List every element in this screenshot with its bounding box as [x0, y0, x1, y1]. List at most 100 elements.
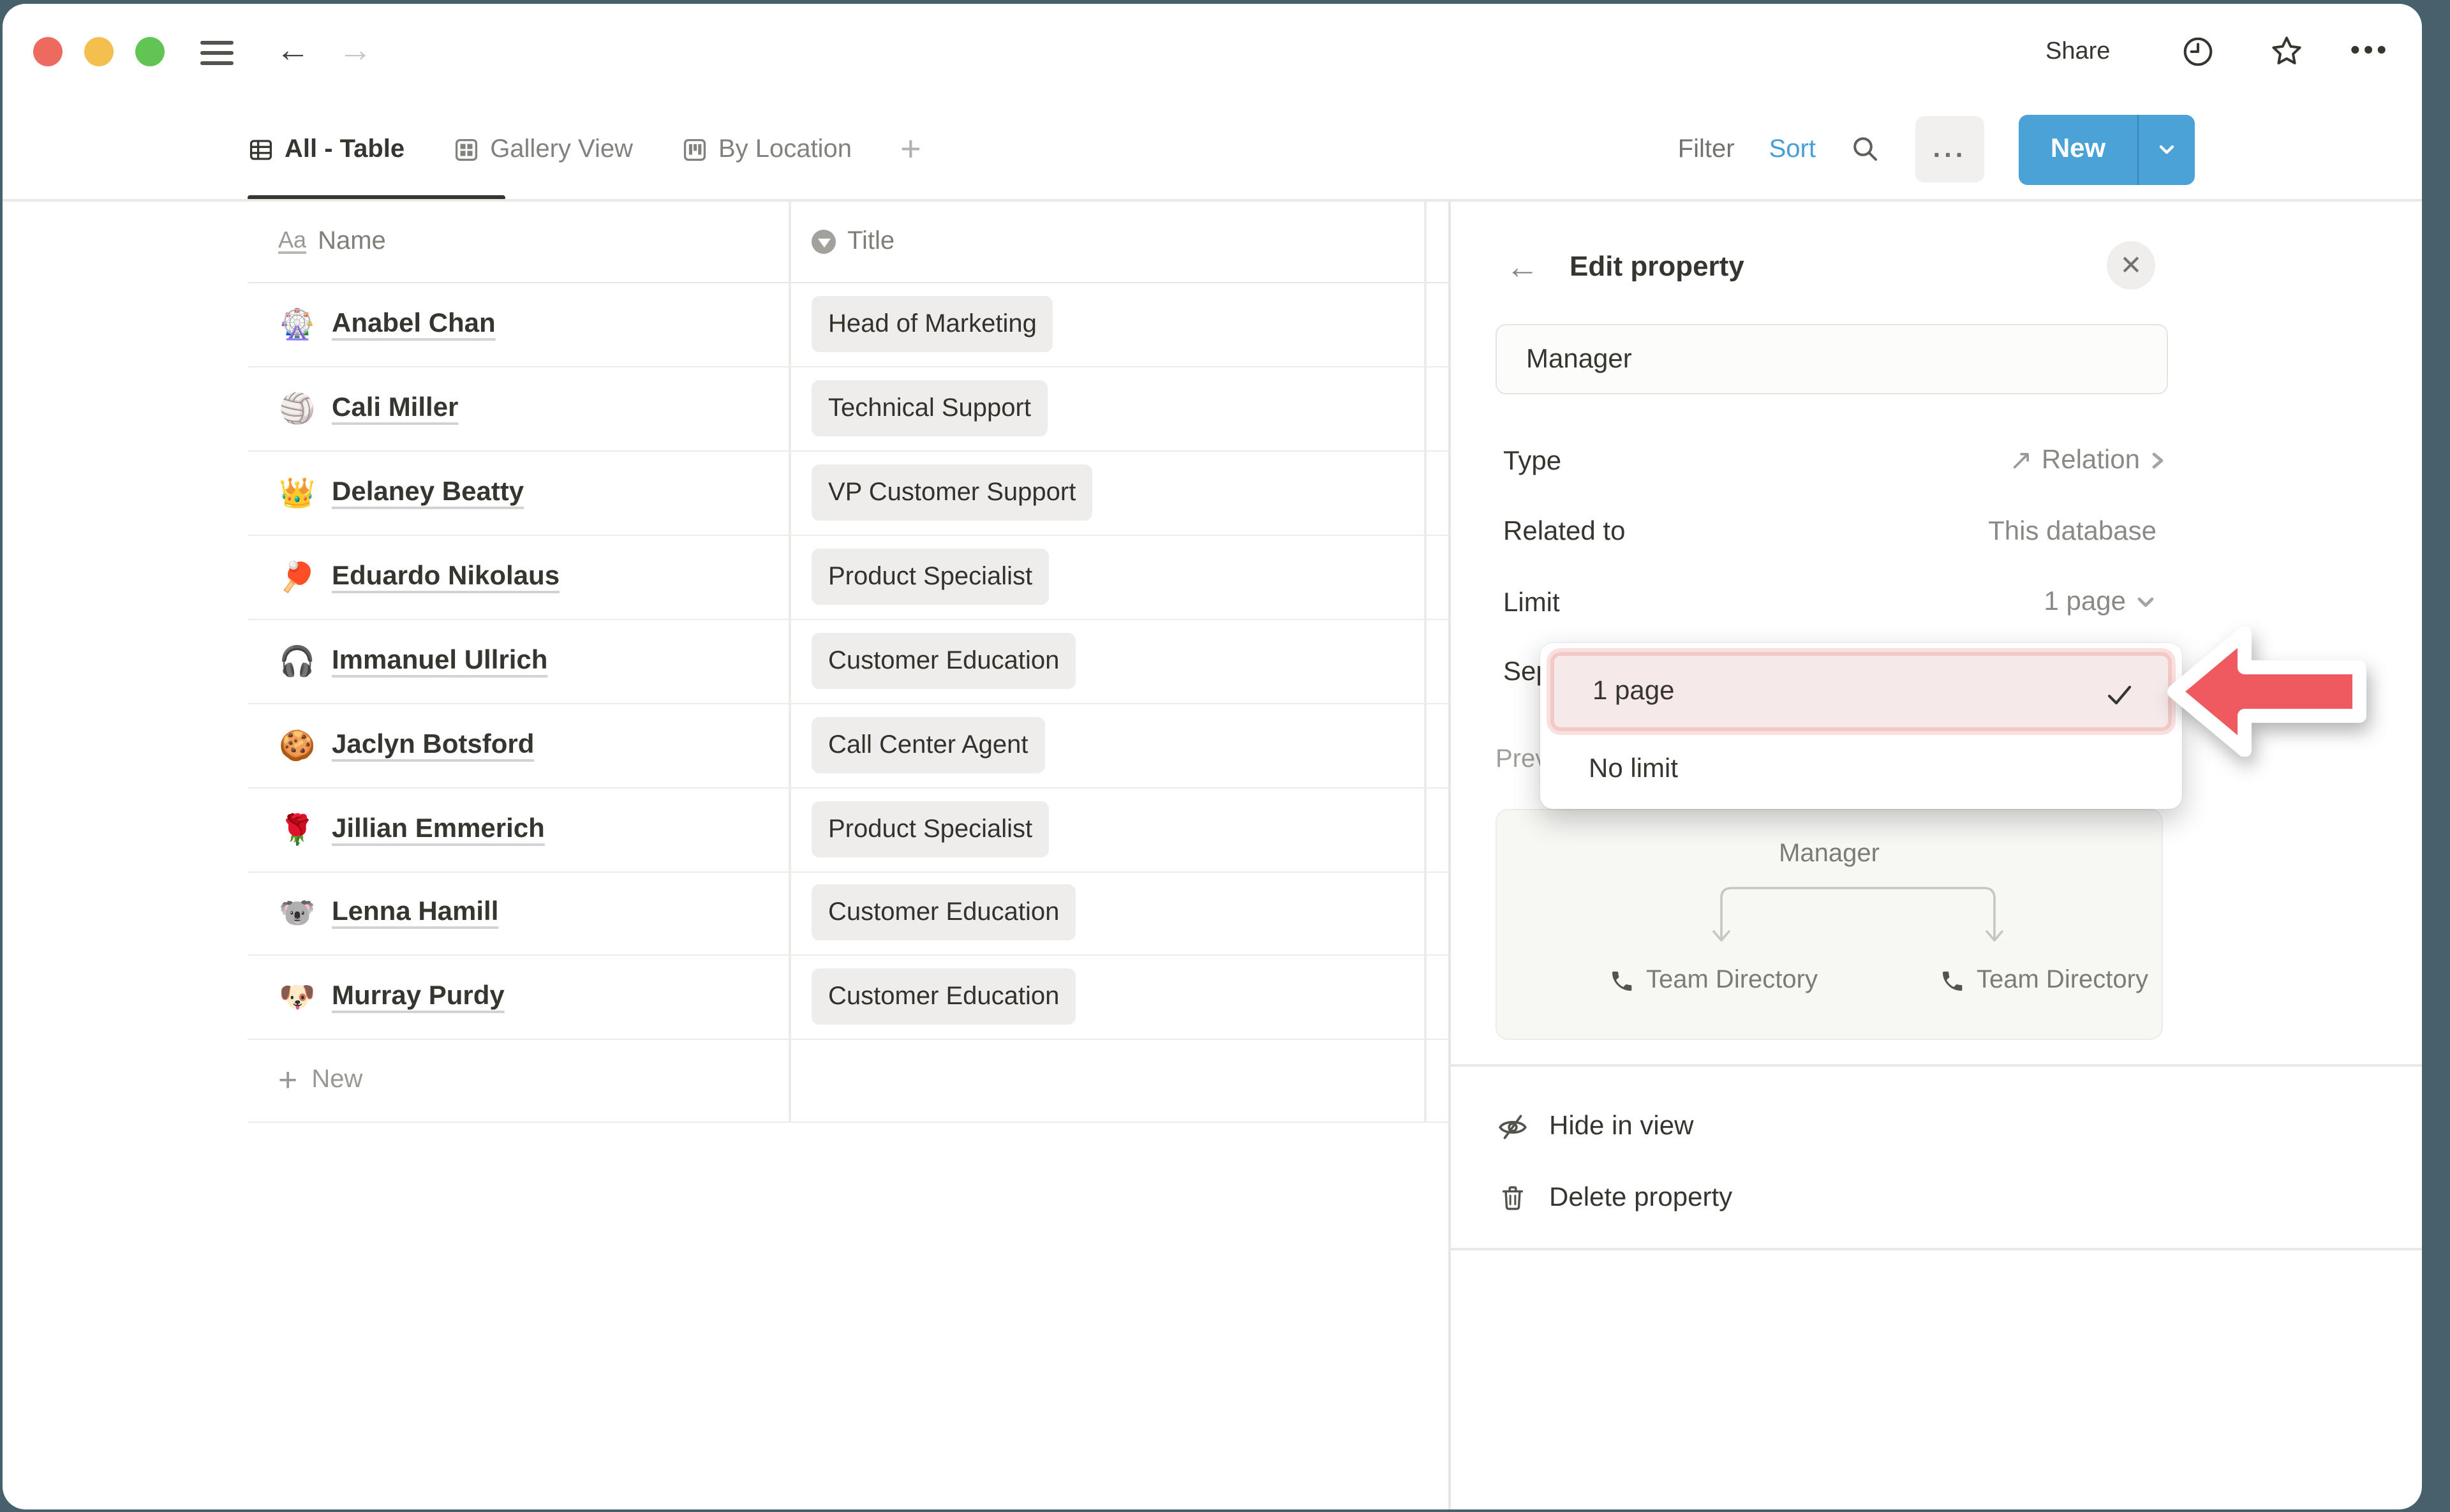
- delete-property-button[interactable]: Delete property: [1493, 1166, 1732, 1230]
- title-cell[interactable]: Product Specialist: [789, 535, 1424, 619]
- title-cell[interactable]: Customer Education: [789, 870, 1424, 954]
- close-window-button[interactable]: [33, 37, 63, 66]
- favorite-star-icon[interactable]: [2269, 33, 2305, 69]
- row-emoji-icon: 🏐: [278, 391, 316, 426]
- updates-clock-icon[interactable]: [2181, 34, 2215, 69]
- column-label: Title: [847, 226, 895, 256]
- tab-label: Gallery View: [490, 135, 633, 164]
- limit-option-no-limit[interactable]: No limit: [1589, 743, 1678, 796]
- title-tag: Call Center Agent: [812, 717, 1045, 773]
- view-options-button[interactable]: ...: [1915, 116, 1984, 182]
- person-name-link[interactable]: Immanuel Ullrich: [332, 646, 547, 676]
- property-type-value[interactable]: ↗ Relation: [2009, 444, 2167, 477]
- name-cell[interactable]: 🐨 Lenna Hamill: [248, 870, 789, 954]
- limit-option-1-page[interactable]: 1 page: [1550, 652, 2172, 731]
- title-tag: Product Specialist: [812, 801, 1049, 857]
- new-button[interactable]: New: [2019, 114, 2195, 184]
- tab-all-table[interactable]: All - Table: [248, 135, 405, 164]
- row-emoji-icon: 👑: [278, 475, 316, 510]
- name-cell[interactable]: 🐶 Murray Purdy: [248, 954, 789, 1039]
- relation-branch-arrows: [1711, 883, 2005, 947]
- property-name-input[interactable]: [1496, 324, 2168, 394]
- name-cell[interactable]: 🎡 Anabel Chan: [248, 282, 789, 366]
- property-value-text: Relation: [2042, 445, 2140, 476]
- table-row[interactable]: 🎡 Anabel Chan Head of Marketing: [248, 282, 1448, 367]
- title-cell[interactable]: Customer Education: [789, 954, 1424, 1039]
- table-row[interactable]: 👑 Delaney Beatty VP Customer Support: [248, 450, 1448, 536]
- row-emoji-icon: 🐶: [278, 979, 316, 1014]
- column-header-name[interactable]: Aa Name: [248, 200, 789, 282]
- title-tag: Customer Education: [812, 884, 1076, 940]
- person-name-link[interactable]: Jillian Emmerich: [332, 814, 545, 845]
- person-name-link[interactable]: Cali Miller: [332, 393, 458, 424]
- preview-root-label: Manager: [1497, 840, 2162, 869]
- plus-icon: +: [278, 1060, 297, 1100]
- person-name-link[interactable]: Anabel Chan: [332, 309, 496, 339]
- text-property-icon: Aa: [278, 228, 306, 255]
- sidebar-menu-icon[interactable]: [200, 34, 234, 71]
- title-tag: Product Specialist: [812, 549, 1049, 605]
- chevron-down-icon: [2135, 593, 2157, 611]
- person-name-link[interactable]: Jaclyn Botsford: [332, 730, 534, 760]
- tab-gallery-view[interactable]: Gallery View: [453, 135, 633, 164]
- panel-back-arrow-icon[interactable]: ←: [1506, 248, 1539, 287]
- back-arrow-icon[interactable]: ←: [276, 33, 310, 68]
- property-related-value[interactable]: This database: [1988, 517, 2157, 547]
- new-row-button[interactable]: + New: [248, 1039, 1448, 1123]
- column-divider[interactable]: [1424, 200, 1426, 1123]
- title-cell[interactable]: Head of Marketing: [789, 282, 1424, 366]
- title-cell[interactable]: Technical Support: [789, 366, 1424, 450]
- name-cell[interactable]: 👑 Delaney Beatty: [248, 450, 789, 535]
- table-row[interactable]: 🏓 Eduardo Nikolaus Product Specialist: [248, 535, 1448, 620]
- zoom-window-button[interactable]: [135, 37, 165, 66]
- share-button[interactable]: Share: [2045, 38, 2110, 66]
- sort-button[interactable]: Sort: [1769, 135, 1816, 164]
- name-cell[interactable]: 🏓 Eduardo Nikolaus: [248, 535, 789, 619]
- title-cell[interactable]: Product Specialist: [789, 787, 1424, 871]
- forward-arrow-icon: →: [338, 33, 373, 68]
- person-name-link[interactable]: Murray Purdy: [332, 981, 505, 1012]
- new-row-label: New: [311, 1065, 362, 1095]
- table-row[interactable]: 🎧 Immanuel Ullrich Customer Education: [248, 619, 1448, 704]
- title-tag: VP Customer Support: [812, 464, 1092, 521]
- search-icon[interactable]: [1850, 134, 1881, 165]
- checkmark-icon: [2104, 680, 2135, 711]
- name-cell[interactable]: 🍪 Jaclyn Botsford: [248, 703, 789, 787]
- row-emoji-icon: 🐨: [278, 895, 316, 930]
- new-button-label[interactable]: New: [2019, 114, 2137, 184]
- trash-icon: [1493, 1183, 1531, 1213]
- action-label: Hide in view: [1549, 1111, 1693, 1142]
- row-emoji-icon: 🎧: [278, 644, 316, 678]
- more-options-icon[interactable]: •••: [2350, 36, 2390, 66]
- tab-by-location[interactable]: By Location: [681, 135, 852, 164]
- select-property-icon: [812, 229, 836, 253]
- table-row[interactable]: 🏐 Cali Miller Technical Support: [248, 366, 1448, 452]
- name-cell[interactable]: 🌹 Jillian Emmerich: [248, 787, 789, 871]
- row-emoji-icon: 🍪: [278, 728, 316, 762]
- table-row[interactable]: 🐨 Lenna Hamill Customer Education: [248, 870, 1448, 956]
- filter-button[interactable]: Filter: [1678, 135, 1735, 164]
- hide-in-view-button[interactable]: Hide in view: [1493, 1095, 1693, 1159]
- title-cell[interactable]: VP Customer Support: [789, 450, 1424, 535]
- property-limit-value[interactable]: 1 page: [2044, 587, 2157, 618]
- title-cell[interactable]: Call Center Agent: [789, 703, 1424, 787]
- title-cell[interactable]: Customer Education: [789, 619, 1424, 703]
- person-name-link[interactable]: Eduardo Nikolaus: [332, 561, 560, 592]
- name-cell[interactable]: 🎧 Immanuel Ullrich: [248, 619, 789, 703]
- table-row[interactable]: 🍪 Jaclyn Botsford Call Center Agent: [248, 703, 1448, 789]
- title-tag: Technical Support: [812, 380, 1048, 436]
- new-button-dropdown[interactable]: [2137, 114, 2195, 184]
- relation-arrow-icon: ↗: [2009, 444, 2033, 477]
- minimize-window-button[interactable]: [84, 37, 114, 66]
- add-view-button[interactable]: +: [900, 129, 921, 170]
- action-label: Delete property: [1549, 1183, 1732, 1213]
- column-divider[interactable]: [789, 200, 791, 1123]
- panel-close-button[interactable]: ✕: [2107, 241, 2155, 290]
- table-row[interactable]: 🌹 Jillian Emmerich Product Specialist: [248, 787, 1448, 873]
- panel-title: Edit property: [1570, 250, 1744, 283]
- column-header-title[interactable]: Title: [789, 200, 1424, 282]
- person-name-link[interactable]: Lenna Hamill: [332, 897, 498, 928]
- table-row[interactable]: 🐶 Murray Purdy Customer Education: [248, 954, 1448, 1040]
- person-name-link[interactable]: Delaney Beatty: [332, 477, 524, 508]
- name-cell[interactable]: 🏐 Cali Miller: [248, 366, 789, 450]
